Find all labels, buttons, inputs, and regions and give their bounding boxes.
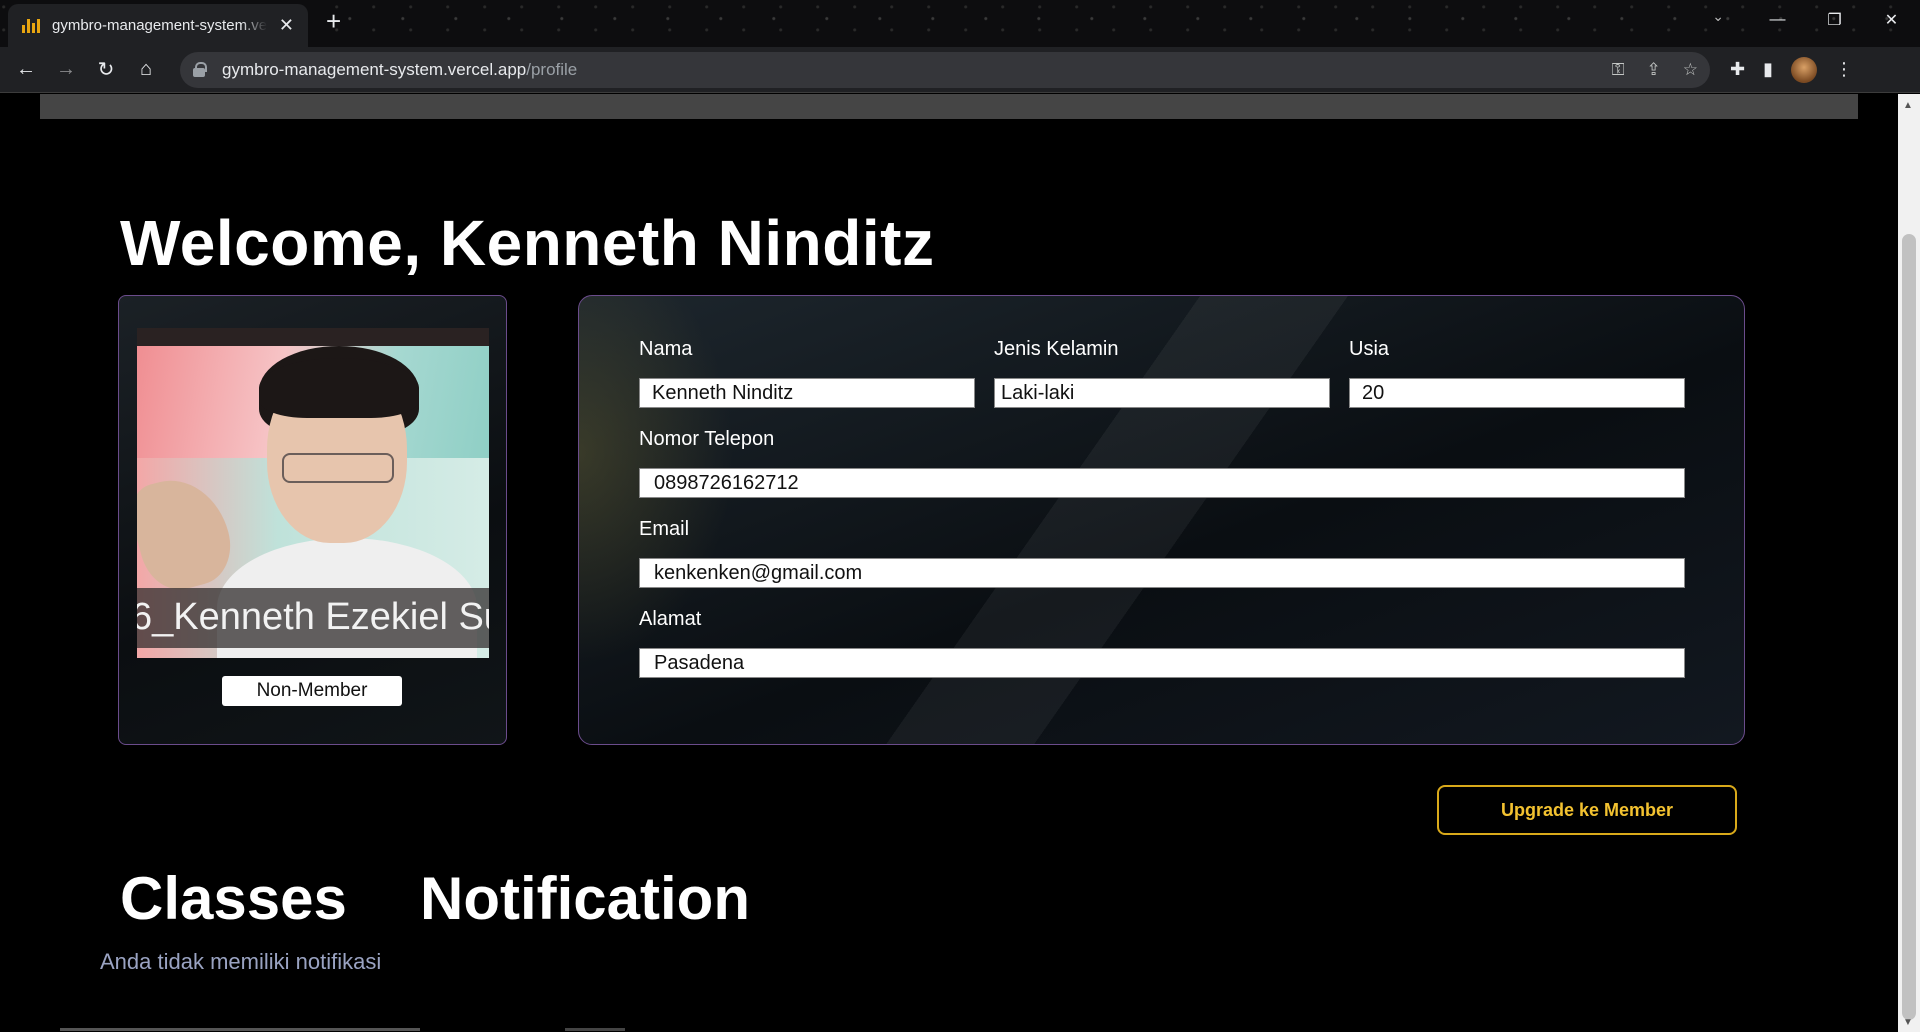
usia-field[interactable]: 20 bbox=[1349, 378, 1685, 408]
toolbar-right: ✚ ▮ ⋮ bbox=[1730, 56, 1853, 83]
window-controls: — ❐ ✕ bbox=[1749, 0, 1920, 40]
lock-icon[interactable] bbox=[192, 61, 207, 78]
reload-icon[interactable]: ↻ bbox=[86, 50, 126, 90]
home-icon[interactable]: ⌂ bbox=[126, 50, 166, 90]
jenis-kelamin-label: Jenis Kelamin bbox=[994, 338, 1119, 360]
email-field[interactable]: kenkenken@gmail.com bbox=[639, 558, 1685, 588]
profile-avatar[interactable] bbox=[1791, 56, 1817, 83]
nomor-telepon-label: Nomor Telepon bbox=[639, 428, 775, 450]
scrollbar-thumb[interactable] bbox=[1902, 234, 1916, 1020]
bottom-divider-2 bbox=[565, 1028, 625, 1031]
bottom-divider bbox=[60, 1028, 420, 1031]
scroll-up-arrow-icon[interactable]: ▲ bbox=[1903, 100, 1913, 111]
omnibox-actions: ⚿ ⇪ ☆ bbox=[1612, 60, 1698, 80]
nomor-telepon-field[interactable]: 0898726162712 bbox=[639, 468, 1685, 498]
nama-label: Nama bbox=[639, 338, 693, 360]
profile-info-card: Nama Kenneth Ninditz Jenis Kelamin Laki-… bbox=[578, 295, 1745, 745]
upgrade-member-button[interactable]: Upgrade ke Member bbox=[1437, 785, 1737, 835]
tab-classes[interactable]: Classes bbox=[120, 864, 347, 933]
url-host: gymbro-management-system.vercel.app bbox=[222, 59, 527, 79]
minimize-icon[interactable]: — bbox=[1749, 0, 1806, 40]
navbar-strip bbox=[40, 94, 1858, 119]
tab-search-icon[interactable]: ⌄ bbox=[1712, 8, 1724, 25]
close-tab-icon[interactable]: ✕ bbox=[279, 15, 294, 36]
extensions-puzzle-icon[interactable]: ✚ bbox=[1730, 59, 1745, 80]
browser-tab[interactable]: gymbro-management-system.vercel.app ✕ bbox=[8, 4, 308, 47]
membership-status-badge: Non-Member bbox=[222, 676, 402, 706]
alamat-label: Alamat bbox=[639, 608, 702, 630]
empty-notification-text: Anda tidak memiliki notifikasi bbox=[100, 949, 382, 974]
email-label: Email bbox=[639, 518, 690, 540]
nama-field[interactable]: Kenneth Ninditz bbox=[639, 378, 975, 408]
photo-glasses bbox=[282, 453, 394, 483]
share-icon[interactable]: ⇪ bbox=[1647, 60, 1661, 80]
photo-caption: 6_Kenneth Ezekiel Su bbox=[137, 596, 489, 638]
new-tab-icon[interactable]: + bbox=[326, 6, 341, 37]
bookmark-star-icon[interactable]: ☆ bbox=[1683, 60, 1698, 80]
back-icon[interactable]: ← bbox=[6, 50, 46, 90]
restore-icon[interactable]: ❐ bbox=[1806, 0, 1863, 40]
address-bar[interactable]: gymbro-management-system.vercel.app/prof… bbox=[180, 51, 1710, 88]
browser-titlebar: gymbro-management-system.vercel.app ✕ + … bbox=[0, 0, 1920, 47]
url-path: /profile bbox=[526, 59, 578, 79]
photo-hair-front bbox=[259, 358, 419, 418]
page-viewport: Welcome, Kenneth Ninditz 6_Kenneth Ezeki… bbox=[0, 94, 1898, 1032]
close-window-icon[interactable]: ✕ bbox=[1863, 0, 1920, 40]
browser-toolbar: ← → ↻ ⌂ gymbro-management-system.vercel.… bbox=[0, 47, 1920, 93]
profile-card: 6_Kenneth Ezekiel Su Non-Member bbox=[118, 295, 507, 745]
tab-title: gymbro-management-system.vercel.app bbox=[52, 17, 267, 34]
page-title: Welcome, Kenneth Ninditz bbox=[120, 207, 935, 279]
usia-label: Usia bbox=[1349, 338, 1390, 360]
jenis-kelamin-field[interactable]: Laki-laki bbox=[994, 378, 1330, 408]
forward-icon[interactable]: → bbox=[46, 50, 86, 90]
page-scrollbar[interactable]: ▲ ▼ bbox=[1898, 94, 1920, 1032]
side-panel-icon[interactable]: ▮ bbox=[1763, 59, 1773, 80]
profile-photo: 6_Kenneth Ezekiel Su bbox=[137, 328, 489, 658]
password-key-icon[interactable]: ⚿ bbox=[1612, 60, 1625, 80]
alamat-field[interactable]: Pasadena bbox=[639, 648, 1685, 678]
site-favicon-icon bbox=[22, 18, 40, 33]
tab-notification[interactable]: Notification bbox=[420, 864, 750, 933]
browser-menu-icon[interactable]: ⋮ bbox=[1835, 59, 1853, 80]
scroll-down-arrow-icon[interactable]: ▼ bbox=[1903, 1017, 1913, 1028]
